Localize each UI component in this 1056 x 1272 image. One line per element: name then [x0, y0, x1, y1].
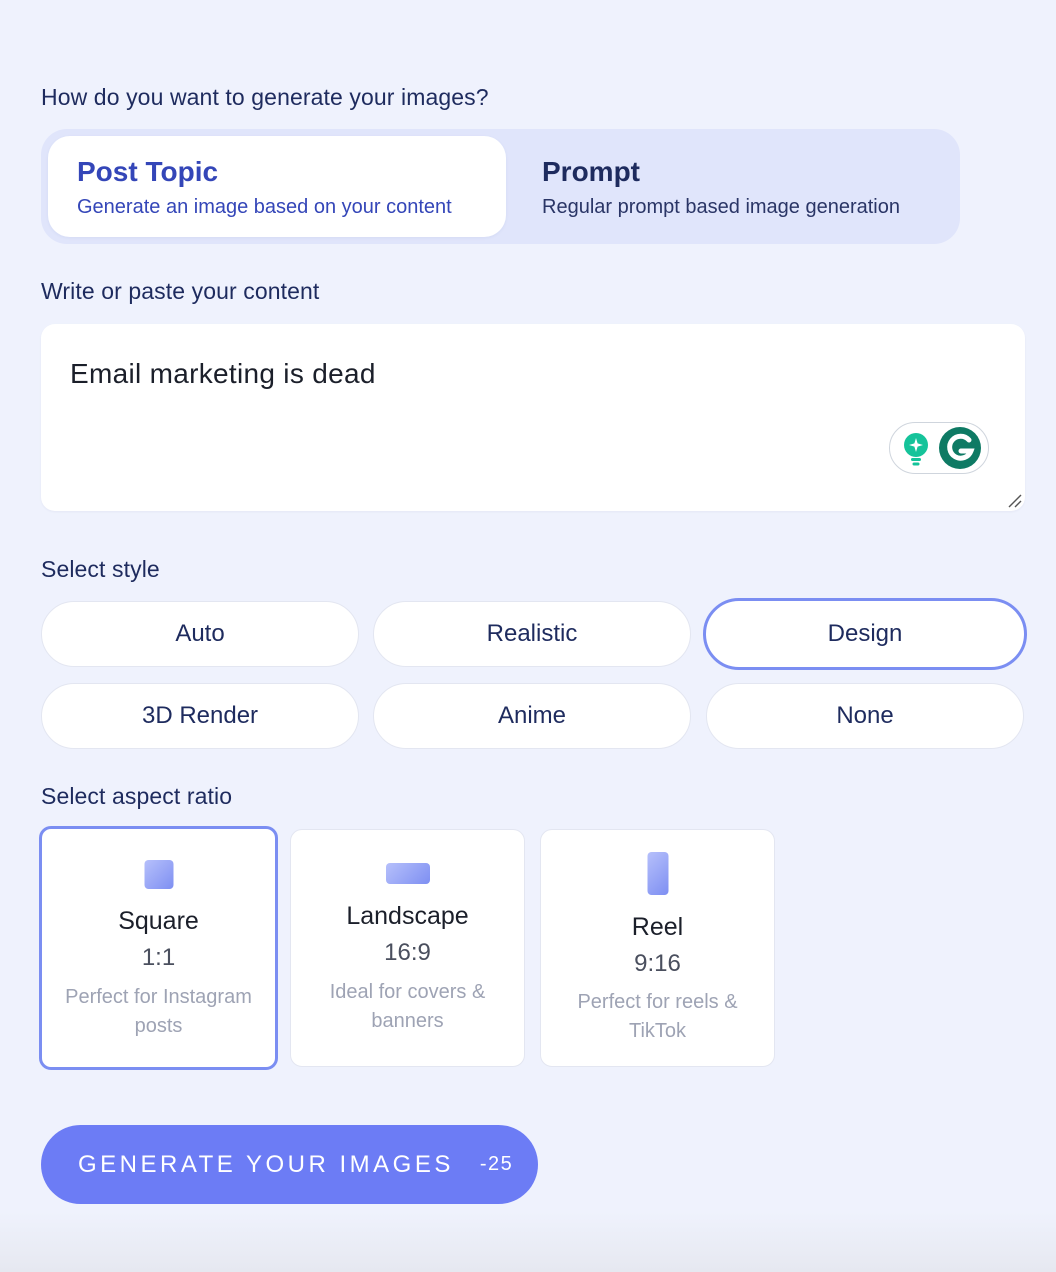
- content-text: Email marketing is dead: [70, 358, 376, 389]
- aspect-ratio: 1:1: [141, 944, 176, 971]
- generation-question: How do you want to generate your images?: [41, 84, 489, 110]
- credit-cost: -25: [479, 1153, 514, 1175]
- aspect-ratio: 9:16: [634, 950, 681, 977]
- lightbulb-icon: [904, 433, 928, 466]
- style-option-none[interactable]: None: [706, 683, 1024, 749]
- aspect-name: Landscape: [346, 902, 469, 930]
- aspect-description: Ideal for covers & banners: [329, 981, 486, 1032]
- generate-button[interactable]: GENERATE YOUR IMAGES -25: [41, 1125, 538, 1204]
- content-label: Write or paste your content: [41, 278, 320, 304]
- aspect-card-landscape[interactable]: Landscape 16:9 Ideal for covers & banner…: [290, 829, 525, 1067]
- aspect-ratio: 16:9: [384, 939, 431, 966]
- style-option-anime[interactable]: Anime: [373, 683, 691, 749]
- aspect-card-square[interactable]: Square 1:1 Perfect for Instagram posts: [39, 826, 278, 1070]
- content-textarea[interactable]: Email marketing is dead: [41, 324, 1025, 511]
- style-label: Select style: [41, 556, 160, 582]
- style-option-3d-render[interactable]: 3D Render: [41, 683, 359, 749]
- mode-title: Prompt: [542, 156, 640, 187]
- square-shape-icon: [144, 860, 173, 889]
- aspect-description: Perfect for reels & TikTok: [577, 991, 738, 1042]
- mode-description: Generate an image based on your content: [77, 196, 452, 218]
- mode-option-post-topic[interactable]: Post Topic Generate an image based on yo…: [48, 136, 506, 237]
- mode-option-prompt[interactable]: Prompt Regular prompt based image genera…: [513, 136, 953, 237]
- mode-description: Regular prompt based image generation: [542, 196, 900, 218]
- style-option-auto[interactable]: Auto: [41, 601, 359, 667]
- aspect-description: Perfect for Instagram posts: [65, 986, 252, 1037]
- grammarly-icon: [939, 427, 981, 469]
- mode-title: Post Topic: [77, 156, 219, 187]
- grammarly-widget[interactable]: [889, 422, 989, 474]
- style-option-realistic[interactable]: Realistic: [373, 601, 691, 667]
- style-option-design[interactable]: Design: [703, 598, 1027, 670]
- aspect-name: Square: [118, 907, 199, 935]
- generate-label: GENERATE YOUR IMAGES: [78, 1150, 454, 1178]
- aspect-name: Reel: [631, 913, 684, 941]
- bottom-fade: [0, 1212, 1056, 1272]
- aspect-label: Select aspect ratio: [41, 783, 233, 809]
- reel-shape-icon: [647, 852, 668, 895]
- resize-handle-icon[interactable]: [1006, 492, 1022, 508]
- landscape-shape-icon: [385, 863, 430, 884]
- mode-toggle: Post Topic Generate an image based on yo…: [41, 129, 960, 244]
- aspect-card-reel[interactable]: Reel 9:16 Perfect for reels & TikTok: [540, 829, 775, 1067]
